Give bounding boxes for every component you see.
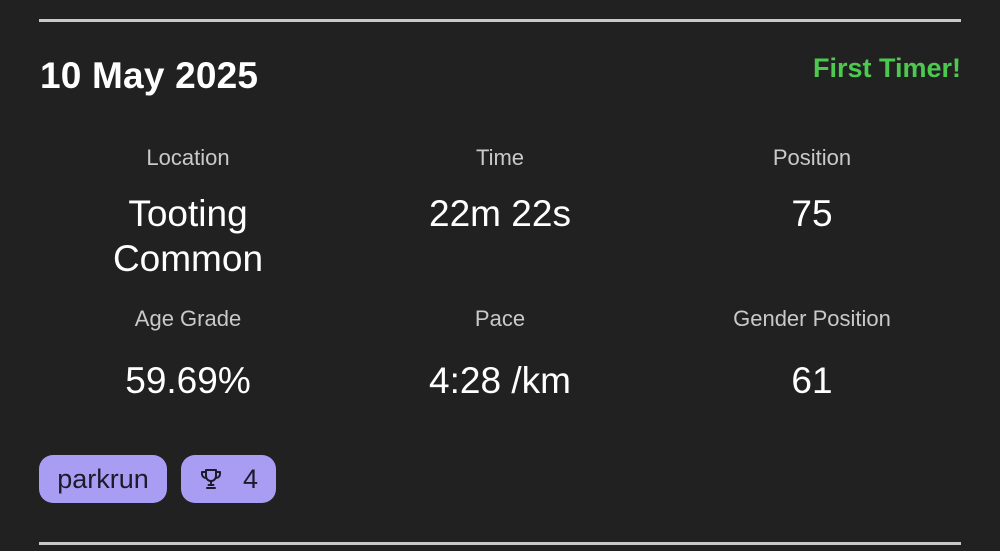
stat-time-label: Time bbox=[475, 145, 525, 170]
trophy-chip[interactable]: 4 bbox=[181, 455, 276, 503]
stat-gender-position-value: 61 bbox=[791, 360, 833, 401]
stat-age-grade-value: 59.69% bbox=[125, 360, 251, 401]
stat-location: Location Tooting Common bbox=[38, 145, 338, 281]
stat-position: Position 75 bbox=[662, 145, 962, 236]
trophy-icon bbox=[199, 467, 223, 491]
stat-pace-value: 4:28 /km bbox=[429, 360, 571, 401]
run-date: 10 May 2025 bbox=[40, 55, 259, 96]
stat-age-grade-label: Age Grade bbox=[134, 306, 242, 331]
stat-age-grade: Age Grade 59.69% bbox=[38, 306, 338, 403]
stat-time-value: 22m 22s bbox=[429, 193, 571, 234]
parkrun-chip[interactable]: parkrun bbox=[39, 455, 167, 503]
stat-time: Time 22m 22s bbox=[350, 145, 650, 236]
stat-gender-position-label: Gender Position bbox=[733, 306, 891, 331]
stat-location-label: Location bbox=[146, 145, 230, 170]
bottom-divider bbox=[39, 542, 961, 545]
stat-pace: Pace 4:28 /km bbox=[350, 306, 650, 403]
stat-pace-label: Pace bbox=[474, 306, 526, 331]
stat-gender-position: Gender Position 61 bbox=[662, 306, 962, 403]
stat-position-label: Position bbox=[772, 145, 852, 170]
top-divider bbox=[39, 19, 961, 22]
trophy-count: 4 bbox=[242, 463, 259, 494]
stat-location-value: Tooting Common bbox=[112, 193, 264, 279]
first-timer-badge: First Timer! bbox=[812, 53, 961, 83]
stat-position-value: 75 bbox=[791, 193, 833, 234]
